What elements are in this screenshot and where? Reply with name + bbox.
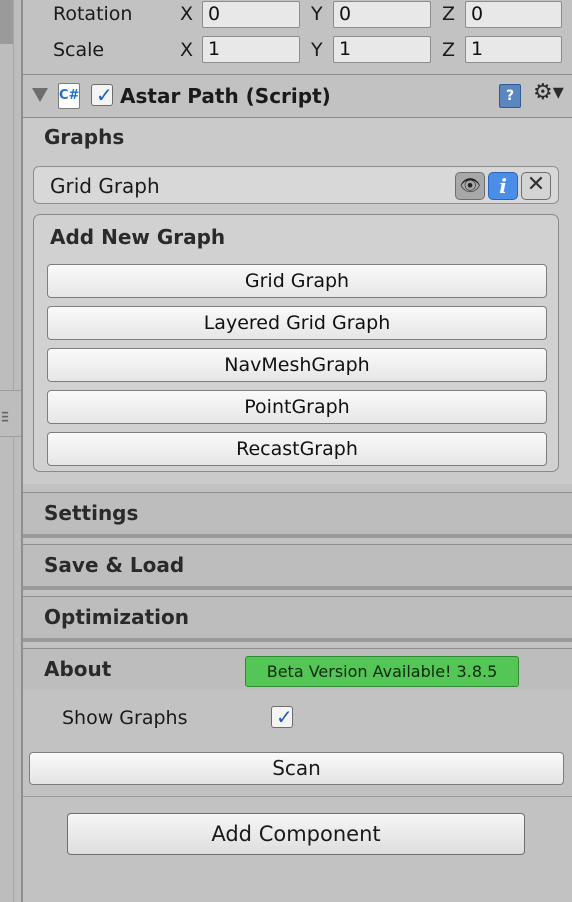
scan-button[interactable]: Scan xyxy=(29,752,564,785)
settings-section-title: Settings xyxy=(44,501,139,525)
add-component-button[interactable]: Add Component xyxy=(67,813,525,855)
csharp-script-icon: C# xyxy=(58,83,80,109)
eye-icon[interactable]: 👁 xyxy=(455,172,485,200)
graphs-section-title[interactable]: Graphs xyxy=(44,125,124,149)
inspector-panel: Rotation X 0 Y 0 Z 0 Scale X 1 Y 1 Z 1 C… xyxy=(23,0,572,902)
rotation-z-field[interactable]: 0 xyxy=(465,1,562,28)
checkmark-icon: ✓ xyxy=(276,705,293,729)
optimization-section-title: Optimization xyxy=(44,605,189,629)
add-recast-graph-button[interactable]: RecastGraph xyxy=(47,432,547,466)
save-load-section-title: Save & Load xyxy=(44,553,185,577)
add-grid-graph-button[interactable]: Grid Graph xyxy=(47,264,547,298)
scrollbar-thumb[interactable] xyxy=(0,0,13,44)
scale-y-field[interactable]: 1 xyxy=(333,36,431,63)
about-section-title: About xyxy=(44,657,112,681)
resize-grip-icon[interactable]: ━ ━ ━ xyxy=(2,409,12,427)
add-point-graph-button[interactable]: PointGraph xyxy=(47,390,547,424)
settings-section-header[interactable]: Settings xyxy=(23,492,572,538)
show-graphs-label: Show Graphs xyxy=(62,707,188,729)
add-new-graph-box: Add New Graph Grid Graph Layered Grid Gr… xyxy=(33,214,559,472)
rotation-y-field[interactable]: 0 xyxy=(333,1,431,28)
scale-x-field[interactable]: 1 xyxy=(202,36,300,63)
show-graphs-checkbox[interactable]: ✓ xyxy=(271,705,293,729)
graph-item-label: Grid Graph xyxy=(50,174,160,198)
rotation-z-label: Z xyxy=(442,3,456,25)
rotation-label: Rotation xyxy=(53,3,133,25)
component-title: Astar Path (Script) xyxy=(120,84,331,108)
close-icon[interactable]: ✕ xyxy=(521,172,551,200)
rotation-x-field[interactable]: 0 xyxy=(202,1,300,28)
scale-z-field[interactable]: 1 xyxy=(465,36,562,63)
scale-z-label: Z xyxy=(442,39,456,61)
hierarchy-scroll-strip: ━ ━ ━ xyxy=(0,0,22,902)
info-icon[interactable]: i xyxy=(488,172,518,200)
checkmark-icon: ✓ xyxy=(96,83,113,107)
beta-version-badge[interactable]: Beta Version Available! 3.8.5 xyxy=(245,656,519,687)
rotation-y-label: Y xyxy=(311,3,323,25)
gear-icon[interactable]: ⚙▾ xyxy=(533,80,564,105)
rotation-x-label: X xyxy=(180,3,194,25)
add-new-graph-title: Add New Graph xyxy=(50,225,226,249)
graph-item-grid-graph[interactable]: Grid Graph 👁 i ✕ xyxy=(33,166,559,204)
foldout-arrow-icon[interactable] xyxy=(32,88,48,102)
component-enabled-checkbox[interactable]: ✓ xyxy=(91,83,113,107)
book-help-icon[interactable]: ? xyxy=(499,84,521,108)
save-load-section-header[interactable]: Save & Load xyxy=(23,544,572,590)
add-layered-grid-graph-button[interactable]: Layered Grid Graph xyxy=(47,306,547,340)
scale-y-label: Y xyxy=(311,39,323,61)
scale-x-label: X xyxy=(180,39,194,61)
optimization-section-header[interactable]: Optimization xyxy=(23,596,572,642)
scale-label: Scale xyxy=(53,39,105,61)
add-navmesh-graph-button[interactable]: NavMeshGraph xyxy=(47,348,547,382)
